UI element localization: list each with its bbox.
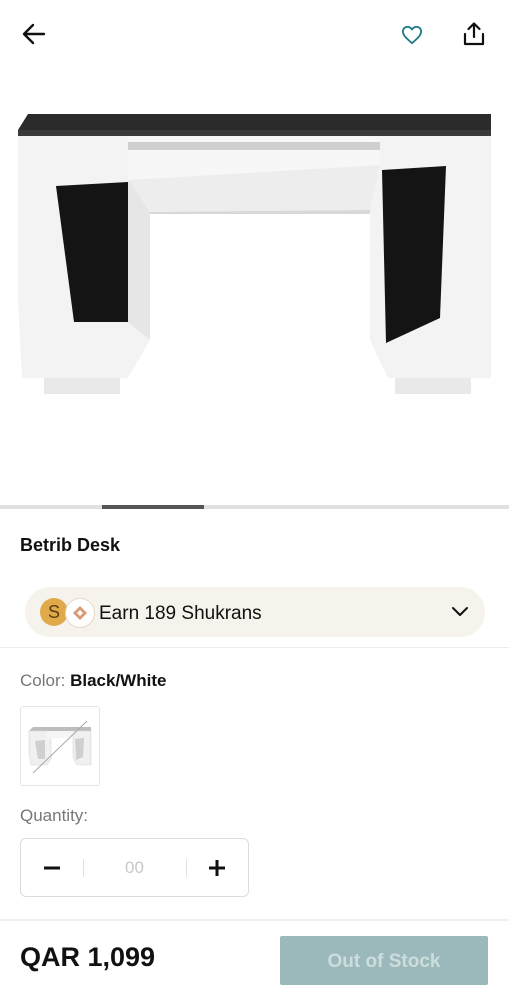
shukran-coin-icon: S xyxy=(40,598,68,626)
out-of-stock-button[interactable]: Out of Stock xyxy=(280,936,488,985)
share-button[interactable] xyxy=(454,14,494,54)
color-value: Black/White xyxy=(70,671,167,690)
color-label: Color: xyxy=(20,671,66,690)
color-swatch-black-white[interactable] xyxy=(20,706,100,786)
minus-icon xyxy=(44,866,60,869)
plus-icon xyxy=(209,859,225,876)
diamond-coin-icon xyxy=(65,598,95,628)
gallery-progress-fill xyxy=(102,505,204,509)
product-title: Betrib Desk xyxy=(20,535,121,555)
top-bar xyxy=(0,0,509,70)
product-price: QAR 1,099 xyxy=(20,942,156,972)
section-divider xyxy=(0,647,509,648)
footer-divider xyxy=(0,919,509,921)
arrow-left-icon xyxy=(22,23,46,45)
quantity-increment-button[interactable] xyxy=(186,839,248,896)
product-image-gallery[interactable] xyxy=(0,70,509,506)
back-button[interactable] xyxy=(14,14,54,54)
favorite-button[interactable] xyxy=(392,15,432,55)
color-row: Color: Black/White xyxy=(20,671,166,691)
heart-outline-icon xyxy=(401,25,422,45)
gallery-progress-bar xyxy=(0,505,509,509)
shukran-earn-text: Earn 189 Shukrans xyxy=(99,603,262,624)
quantity-value[interactable]: 00 xyxy=(83,839,186,896)
swatch-thumbnail xyxy=(28,720,92,774)
product-image xyxy=(18,114,491,394)
shukran-rewards-banner[interactable]: S Earn 189 Shukrans xyxy=(25,587,485,637)
chevron-down-icon xyxy=(452,607,468,616)
quantity-decrement-button[interactable] xyxy=(21,839,83,896)
share-icon xyxy=(463,22,485,46)
quantity-label: Quantity: xyxy=(20,806,89,825)
quantity-stepper: 00 xyxy=(20,838,249,897)
